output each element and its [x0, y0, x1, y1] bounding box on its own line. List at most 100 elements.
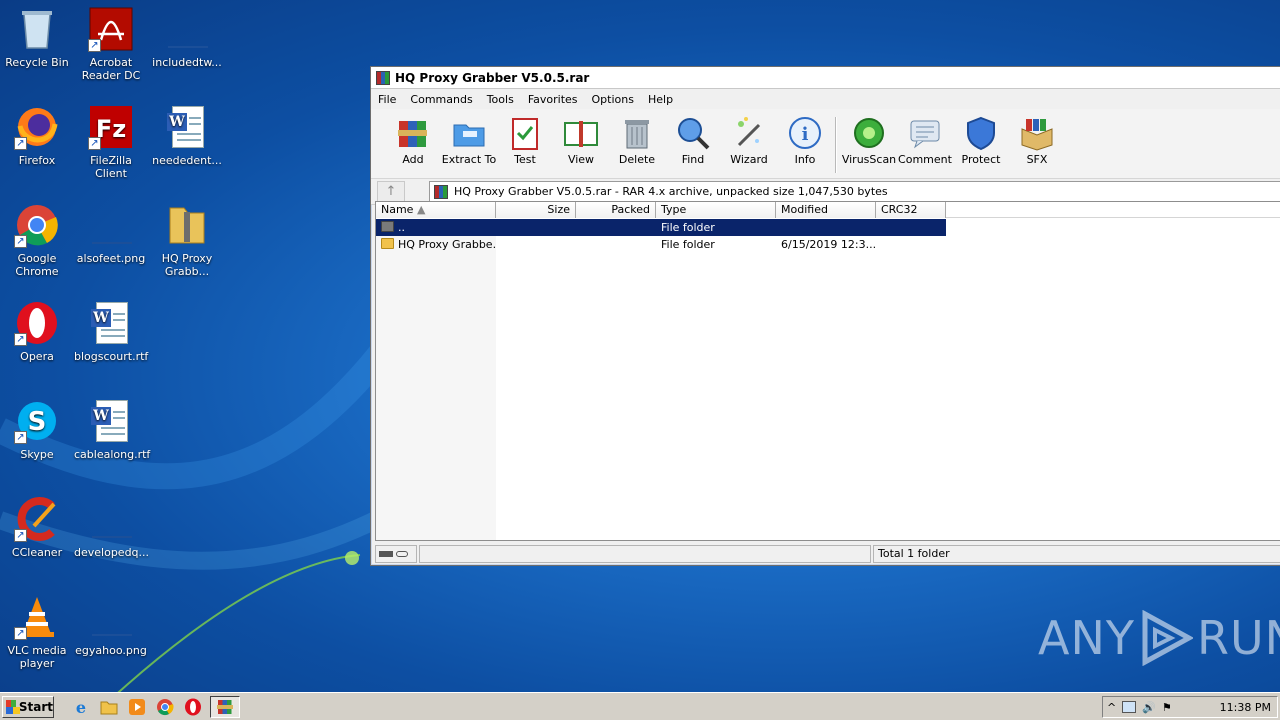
desktop-icon-developedq[interactable]: developedq... [74, 496, 149, 559]
image-file-icon [88, 496, 134, 542]
menu-tools[interactable]: Tools [480, 93, 521, 106]
toolbar-info-button[interactable]: i Info [777, 109, 833, 166]
desktop-icon-skype[interactable]: S ↗ Skype [0, 398, 74, 461]
desktop-icon-ccleaner[interactable]: ↗ CCleaner [0, 496, 74, 559]
row-packed [576, 219, 656, 236]
toolbar-protect-button[interactable]: Protect [953, 109, 1009, 166]
desktop-icon-vlc[interactable]: ↗ VLC media player [0, 594, 74, 670]
toolbar-protect-label: Protect [961, 153, 1001, 166]
start-button[interactable]: Start [2, 695, 54, 718]
toolbar-view-button[interactable]: View [553, 109, 609, 166]
desktop-icon-acrobat[interactable]: ↗ Acrobat Reader DC [74, 6, 148, 82]
menu-help[interactable]: Help [641, 93, 680, 106]
menu-file[interactable]: File [371, 93, 403, 106]
row-crc [876, 219, 946, 236]
desktop-icon-neededent[interactable]: W neededent... [150, 104, 224, 167]
file-row-hq-proxy[interactable]: HQ Proxy Grabbe... File folder 6/15/2019… [376, 236, 946, 253]
desktop-icon-firefox[interactable]: ↗ Firefox [0, 104, 74, 167]
desktop-icon-label: Opera [20, 350, 54, 363]
column-modified[interactable]: Modified [776, 202, 876, 218]
desktop-icon-label: FileZilla Client [90, 154, 132, 180]
desktop-icon-alsofeet[interactable]: alsofeet.png [74, 202, 148, 265]
toolbar-sfx-label: SFX [1026, 153, 1048, 166]
add-archive-icon [395, 115, 431, 151]
desktop-icon-egyahoo[interactable]: egyahoo.png [74, 594, 148, 657]
drive-icon [379, 551, 393, 557]
shield-icon [963, 115, 999, 151]
comment-icon [907, 115, 943, 151]
row-name: .. [398, 221, 405, 234]
row-size [496, 236, 576, 253]
desktop-icon-chrome[interactable]: ↗ Google Chrome [0, 202, 74, 278]
winrar-taskbar-button[interactable] [210, 695, 240, 718]
toolbar-delete-button[interactable]: Delete [609, 109, 665, 166]
file-row-parent[interactable]: .. File folder [376, 219, 946, 236]
toolbar-view-label: View [567, 153, 595, 166]
media-player-icon[interactable] [126, 696, 148, 718]
explorer-folder-icon[interactable] [98, 696, 120, 718]
firefox-icon: ↗ [14, 104, 60, 150]
desktop-icon-recycle-bin[interactable]: Recycle Bin [0, 6, 74, 69]
up-one-level-button[interactable]: ↑ [377, 180, 405, 203]
menu-options[interactable]: Options [585, 93, 641, 106]
view-book-icon [563, 115, 599, 151]
toolbar-comment-button[interactable]: Comment [897, 109, 953, 166]
toolbar-sfx-button[interactable]: SFX [1009, 109, 1065, 166]
window-titlebar[interactable]: HQ Proxy Grabber V5.0.5.rar [371, 67, 1280, 89]
toolbar-comment-label: Comment [898, 153, 952, 166]
column-size[interactable]: Size [496, 202, 576, 218]
chrome-icon: ↗ [14, 202, 60, 248]
winrar-app-icon [376, 70, 390, 85]
column-type[interactable]: Type [656, 202, 776, 218]
shortcut-arrow-icon: ↗ [14, 529, 27, 542]
toolbar-wizard-button[interactable]: Wizard [721, 109, 777, 166]
chrome-taskbar-icon[interactable] [154, 696, 176, 718]
sfx-box-icon [1019, 115, 1055, 151]
shortcut-arrow-icon: ↗ [88, 39, 101, 52]
desktop-icon-label: Skype [20, 448, 54, 461]
row-packed [576, 236, 656, 253]
desktop-icon-blogscourt[interactable]: W blogscourt.rtf [74, 300, 148, 363]
column-name[interactable]: Name ▲ [376, 202, 496, 218]
clock[interactable]: 11:38 PM [1220, 701, 1277, 714]
toolbar-add-button[interactable]: Add [385, 109, 441, 166]
info-icon: i [787, 115, 823, 151]
network-icon[interactable] [1122, 701, 1137, 713]
virus-bug-icon [851, 115, 887, 151]
column-crc32[interactable]: CRC32 [876, 202, 946, 218]
menu-favorites[interactable]: Favorites [521, 93, 585, 106]
desktop-icon-includedtw[interactable]: includedtw... [150, 6, 224, 69]
desktop-icon-label: blogscourt.rtf [74, 350, 149, 363]
row-modified [776, 219, 876, 236]
filezilla-icon: Fz ↗ [88, 104, 134, 150]
opera-taskbar-icon[interactable] [182, 696, 204, 718]
archive-path-text: HQ Proxy Grabber V5.0.5.rar - RAR 4.x ar… [454, 185, 888, 198]
show-hidden-icons-chevron-icon[interactable]: ^ [1107, 701, 1116, 714]
toolbar: Add Extract To Test View Delete Find Wiz… [371, 109, 1280, 179]
action-center-flag-icon[interactable]: ⚑ [1162, 701, 1172, 714]
taskbar: Start e ^ 🔊 ⚑ 11:38 PM [0, 692, 1280, 720]
extract-folder-icon [451, 115, 487, 151]
volume-icon[interactable]: 🔊 [1142, 701, 1156, 714]
column-packed[interactable]: Packed [576, 202, 656, 218]
status-drive-icons[interactable] [375, 545, 417, 563]
toolbar-extract-label: Extract To [441, 153, 497, 166]
desktop-icon-opera[interactable]: ↗ Opera [0, 300, 74, 363]
winrar-window: HQ Proxy Grabber V5.0.5.rar File Command… [370, 66, 1280, 566]
toolbar-test-button[interactable]: Test [497, 109, 553, 166]
toolbar-extract-to-button[interactable]: Extract To [441, 109, 497, 166]
word-document-icon: W [88, 300, 134, 346]
row-crc [876, 236, 946, 253]
archive-path-field[interactable]: HQ Proxy Grabber V5.0.5.rar - RAR 4.x ar… [429, 180, 1280, 203]
toolbar-delete-label: Delete [618, 153, 656, 166]
ie-icon[interactable]: e [70, 696, 92, 718]
watermark-run: RUN [1196, 611, 1280, 665]
menu-commands[interactable]: Commands [403, 93, 479, 106]
desktop-icon-filezilla[interactable]: Fz ↗ FileZilla Client [74, 104, 148, 180]
toolbar-virusscan-button[interactable]: VirusScan [841, 109, 897, 166]
desktop-icon-hq-proxy-folder[interactable]: HQ Proxy Grabb... [150, 202, 224, 278]
toolbar-find-button[interactable]: Find [665, 109, 721, 166]
file-list[interactable]: Name ▲ Size Packed Type Modified CRC32 .… [375, 201, 1280, 541]
desktop-icon-cablealong[interactable]: W cablealong.rtf [74, 398, 150, 461]
shortcut-arrow-icon: ↗ [14, 137, 27, 150]
